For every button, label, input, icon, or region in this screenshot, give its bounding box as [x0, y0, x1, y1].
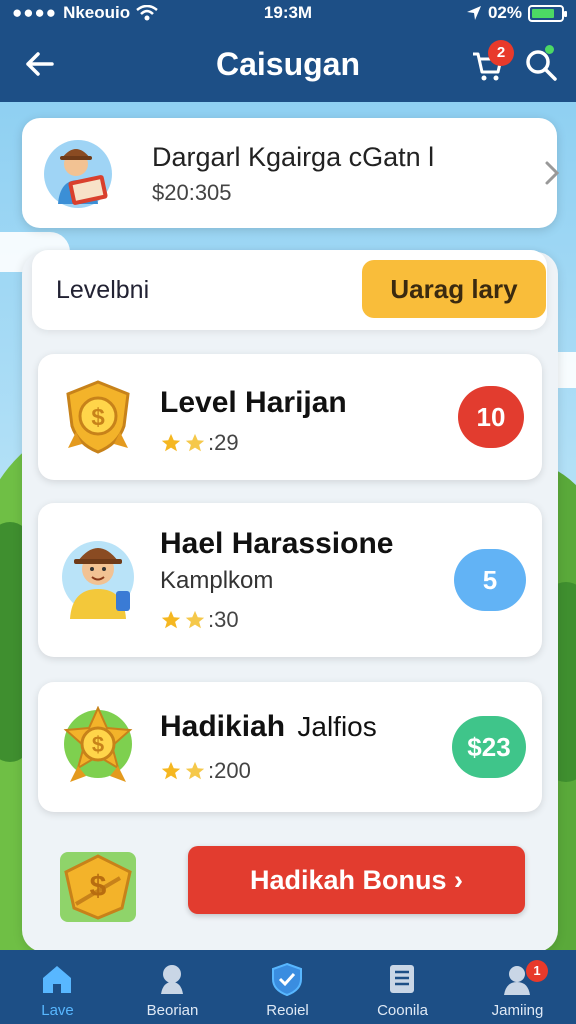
item-badge: 5 [454, 549, 526, 611]
item-rating: :30 [160, 607, 239, 633]
profile-balance: $20:305 [152, 180, 232, 205]
svg-text:$: $ [92, 732, 104, 757]
notification-dot [545, 45, 554, 54]
item-badge: $23 [452, 716, 526, 778]
star-icon [185, 761, 205, 780]
battery-icon [528, 4, 567, 22]
list-item[interactable]: $ Level Harijan :29 10 [38, 354, 542, 480]
item-title-main: Hadikiah [160, 710, 286, 743]
tab-label: Reoiel [266, 1002, 309, 1019]
tab-label: Coonila [377, 1002, 428, 1019]
star-coin-icon: $ [63, 706, 133, 782]
reader-avatar-icon [44, 140, 112, 208]
item-badge: 10 [458, 386, 524, 448]
star-icon [185, 610, 205, 629]
profile-card[interactable]: Dargarl Kgairga cGatn l $20:305 [22, 118, 560, 228]
battery-percent: 02% [487, 3, 522, 22]
money-bag-icon: $ [60, 852, 136, 922]
bonus-button-label: Hadikah Bonus [249, 865, 447, 895]
tab-badge: 1 [526, 960, 548, 982]
level-bar: Levelbni Uarag lary [32, 250, 547, 330]
item-rating: :200 [160, 758, 251, 784]
tab-list[interactable]: Coonila [345, 950, 460, 1024]
tab-rewards[interactable]: Reoiel [230, 950, 345, 1024]
item-rating: :29 [160, 430, 239, 456]
star-icon [161, 433, 181, 452]
bottom-tab-bar: Lave Beorian Reoiel Coonila 1 Jamiing [0, 950, 576, 1024]
tab-profile[interactable]: 1 Jamiing [460, 950, 575, 1024]
svg-text:$: $ [90, 870, 107, 903]
shield-check-icon [272, 962, 302, 996]
rating-value: :200 [208, 758, 251, 783]
list-item[interactable]: $ Hadikiah Jalfios :200 $23 [38, 682, 542, 812]
star-icon [161, 761, 181, 780]
item-subtitle: Kamplkom [160, 567, 274, 594]
tab-label: Jamiing [491, 1002, 544, 1019]
profile-name: Dargarl Kgairga cGatn l [152, 142, 435, 172]
level-label: Levelbni [56, 276, 150, 304]
chevron-right-icon[interactable] [542, 158, 562, 188]
home-icon [43, 966, 71, 993]
shield-coin-icon: $ [66, 380, 130, 454]
star-icon [161, 610, 181, 629]
item-title: Level Harijan [160, 386, 347, 419]
explorer-avatar-icon [62, 541, 134, 619]
list-icon [390, 965, 414, 993]
status-bar: ●●●● Nkeouio 19:3M 02% [0, 0, 576, 26]
cart-badge: 2 [488, 40, 514, 66]
status-right: 02% [466, 3, 567, 23]
app-header: Caisugan 2 [0, 26, 576, 102]
chevron-right-icon: › [454, 865, 464, 895]
search-icon[interactable] [524, 48, 558, 82]
battery-fill [532, 8, 555, 18]
explore-icon [161, 965, 183, 994]
rating-value: :30 [208, 607, 239, 632]
item-title: Hadikiah Jalfios [160, 710, 377, 744]
item-title-suffix: Jalfios [297, 711, 377, 742]
item-title: Hael Harassione [160, 527, 394, 560]
tab-label: Beorian [146, 1002, 199, 1019]
list-item[interactable]: Hael Harassione Kamplkom :30 5 [38, 503, 542, 657]
star-icon [185, 433, 205, 452]
bonus-button[interactable]: Hadikah Bonus › [188, 846, 525, 914]
location-arrow-icon [466, 6, 481, 20]
svg-text:$: $ [91, 404, 105, 431]
upgrade-button[interactable]: Uarag lary [362, 260, 546, 318]
tab-explore[interactable]: Beorian [115, 950, 230, 1024]
tab-label: Lave [41, 1002, 74, 1019]
tab-home[interactable]: Lave [0, 950, 115, 1024]
rating-value: :29 [208, 430, 239, 455]
